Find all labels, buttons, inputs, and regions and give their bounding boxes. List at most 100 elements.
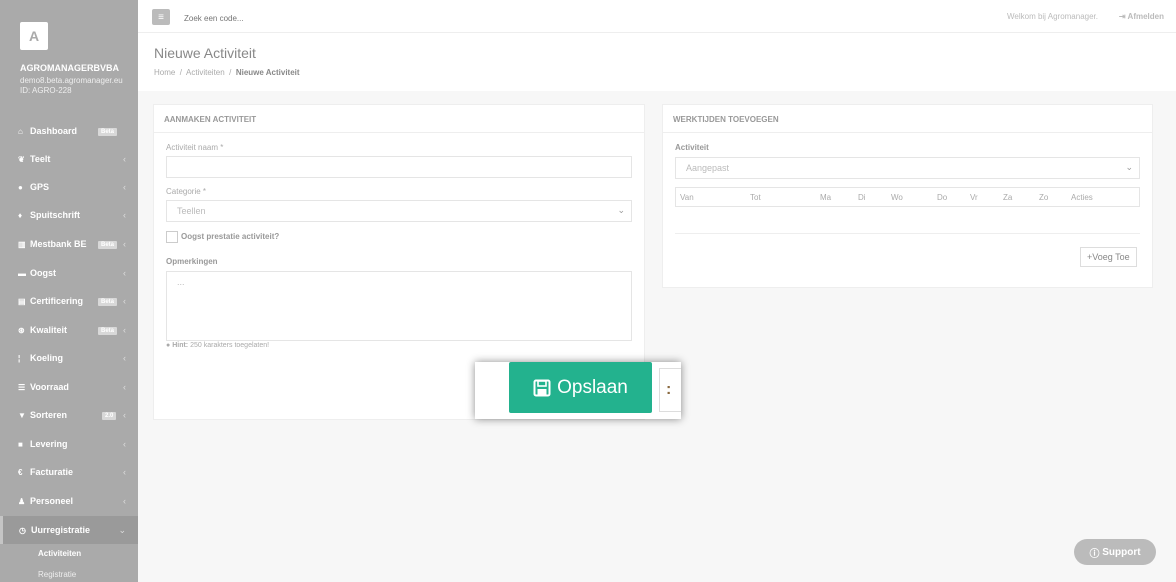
- column-header: Vr: [970, 192, 978, 202]
- sidebar-item-label: Oogst: [30, 268, 56, 278]
- support-label: Support: [1102, 546, 1141, 558]
- sidebar-item-koeling[interactable]: ¦ Koeling ‹: [0, 344, 138, 372]
- sidebar-item-spuitschrift[interactable]: ♦ Spuitschrift ‹: [0, 201, 138, 229]
- chevron-down-icon: ⌄: [118, 524, 126, 535]
- chevron-left-icon: ‹: [123, 182, 126, 192]
- avatar[interactable]: A: [20, 22, 48, 50]
- beta-badge: Beta: [98, 327, 118, 335]
- sidebar-item-oogst[interactable]: ▬ Oogst ‹: [0, 259, 138, 287]
- chevron-left-icon: ‹: [123, 239, 126, 249]
- sidebar-subitem-activiteiten[interactable]: Activiteiten: [38, 549, 81, 558]
- sidebar-item-mestbank[interactable]: ▥ Mestbank BE Beta ‹: [0, 230, 138, 258]
- support-button[interactable]: ⓘ Support: [1074, 539, 1156, 565]
- sidebar-item-levering[interactable]: ■ Levering ‹: [0, 430, 138, 458]
- column-header: Van: [680, 192, 694, 202]
- thermometer-icon: ¦: [18, 353, 21, 363]
- truck-icon: ■: [18, 439, 23, 449]
- divider: [675, 233, 1140, 234]
- sidebar-item-personeel[interactable]: ♟ Personeel ‹: [0, 487, 138, 515]
- chevron-left-icon: ‹: [123, 439, 126, 449]
- column-header: Do: [937, 192, 948, 202]
- column-header: Tot: [750, 192, 761, 202]
- sidebar-item-voorraad[interactable]: ☰ Voorraad ‹: [0, 373, 138, 401]
- hours-table-header: Van Tot Ma Di Wo Do Vr Za Zo Acties: [675, 187, 1140, 207]
- partial-icon: :: [666, 381, 672, 398]
- page-title: Nieuwe Activiteit: [154, 45, 256, 61]
- category-label: Categorie *: [166, 187, 207, 196]
- add-hours-button[interactable]: +Voeg Toe: [1080, 247, 1137, 267]
- drop-icon: ♦: [18, 210, 23, 220]
- basket-icon: ▬: [18, 268, 26, 278]
- company-name: AGROMANAGERBVBA: [20, 63, 119, 73]
- euro-icon: €: [18, 467, 23, 477]
- sidebar-item-label: Mestbank BE: [30, 239, 87, 249]
- page-header: Nieuwe Activiteit Home / Activiteiten / …: [138, 33, 1176, 91]
- certificate-icon: ▤: [18, 296, 26, 306]
- activity-name-input[interactable]: [166, 156, 632, 178]
- panel-heading: WERKTIJDEN TOEVOEGEN: [663, 105, 1152, 133]
- clock-icon: ◷: [19, 525, 26, 535]
- hint-label: Hint:: [172, 342, 189, 349]
- sidebar-item-facturatie[interactable]: € Facturatie ‹: [0, 458, 138, 486]
- hint-message: 250 karakters toegelaten!: [190, 342, 270, 349]
- version-badge: 2.0: [102, 412, 117, 420]
- column-header: Wo: [891, 192, 903, 202]
- breadcrumb-activiteiten[interactable]: Activiteiten: [186, 68, 225, 77]
- chevron-left-icon: ‹: [123, 353, 126, 363]
- help-icon: ⓘ: [1089, 548, 1103, 560]
- column-header: Ma: [820, 192, 832, 202]
- save-button[interactable]: Opslaan: [509, 362, 652, 413]
- breadcrumb-current: Nieuwe Activiteit: [235, 68, 300, 77]
- sidebar-item-kwaliteit[interactable]: ⊛ Kwaliteit Beta ‹: [0, 316, 138, 344]
- comment-icon: ●: [166, 342, 171, 349]
- sidebar-item-label: Teelt: [30, 154, 51, 164]
- sidebar-item-uurregistratie[interactable]: ◷ Uurregistratie ⌄: [0, 516, 138, 544]
- sidebar-item-sorteren[interactable]: ▼ Sorteren 2.0 ‹: [0, 401, 138, 429]
- chevron-left-icon: ‹: [123, 382, 126, 392]
- list-icon: ☰: [18, 382, 26, 392]
- sidebar-item-label: Dashboard: [30, 126, 78, 136]
- column-header: Di: [858, 192, 866, 202]
- sidebar-item-dashboard[interactable]: ⌂ Dashboard Beta: [0, 117, 138, 145]
- quality-icon: ⊛: [18, 325, 25, 335]
- sidebar-subitem-registratie[interactable]: Registratie: [38, 570, 76, 579]
- beta-badge: Beta: [98, 241, 118, 249]
- activity-label: Activiteit: [675, 143, 709, 152]
- beta-badge: Beta: [98, 298, 118, 306]
- sidebar-item-label: Kwaliteit: [30, 325, 68, 335]
- chevron-left-icon: ‹: [123, 296, 126, 306]
- breadcrumb-home[interactable]: Home: [154, 68, 175, 77]
- sidebar-item-certificering[interactable]: ▤ Certificering Beta ‹: [0, 287, 138, 315]
- topbar: ≡ Welkom bij Agromanager. ⇥ Afmelden: [138, 0, 1176, 33]
- sidebar-item-label: Koeling: [30, 353, 63, 363]
- menu-toggle-button[interactable]: ≡: [152, 9, 170, 25]
- sidebar-item-gps[interactable]: ● GPS ‹: [0, 173, 138, 201]
- sidebar-item-label: Personeel: [30, 496, 74, 506]
- bank-icon: ▥: [18, 239, 26, 249]
- harvest-checkbox[interactable]: [166, 231, 178, 243]
- category-value: Teellen: [177, 206, 206, 216]
- remarks-textarea[interactable]: ...: [166, 271, 632, 341]
- company-id: ID: AGRO-228: [20, 86, 72, 95]
- logout-link[interactable]: ⇥ Afmelden: [1119, 12, 1164, 21]
- beta-badge: Beta: [98, 128, 118, 136]
- chevron-left-icon: ‹: [123, 210, 126, 220]
- category-select[interactable]: Teellen ⌄: [166, 200, 632, 222]
- chevron-left-icon: ‹: [123, 325, 126, 335]
- secondary-button-partial[interactable]: :: [659, 368, 681, 412]
- filter-icon: ▼: [18, 410, 26, 420]
- remarks-label: Opmerkingen: [166, 257, 218, 266]
- company-email: demo8.beta.agromanager.eu: [20, 76, 123, 85]
- activity-select[interactable]: Aangepast ⌄: [675, 157, 1140, 179]
- breadcrumb: Home / Activiteiten / Nieuwe Activiteit: [154, 68, 300, 77]
- logout-label: Afmelden: [1127, 12, 1164, 21]
- sidebar-item-teelt[interactable]: ❦ Teelt ‹: [0, 145, 138, 173]
- chevron-down-icon: ⌄: [1125, 162, 1133, 172]
- save-label: Opslaan: [557, 376, 628, 398]
- activity-value: Aangepast: [686, 163, 730, 173]
- activity-name-label: Activiteit naam *: [166, 143, 224, 152]
- sidebar-item-label: Facturatie: [30, 467, 74, 477]
- zoom-callout: Opslaan :: [475, 362, 681, 419]
- floppy-disk-icon: [533, 379, 551, 396]
- search-input[interactable]: [184, 11, 424, 25]
